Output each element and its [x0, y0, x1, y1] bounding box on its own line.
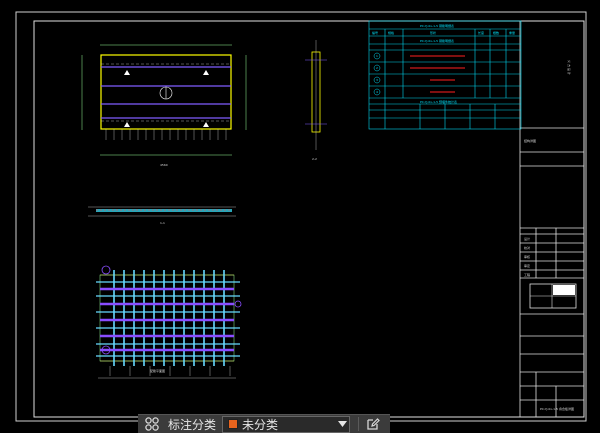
bottom-right-text: PC-YJ-0x-1-5 叠合板详图 [540, 406, 574, 411]
section-label: 2-2 [312, 157, 317, 161]
category-value: 未分类 [242, 417, 279, 432]
table-footer: PC-YJ-0x-1-5 预埋件统计表 [420, 99, 457, 104]
slab-plan-view: 4560 [81, 44, 247, 167]
key-plan-thumbnail [529, 283, 577, 309]
rebar-schedule-table [368, 20, 522, 130]
title-row-1: 设计 [524, 236, 530, 241]
col-header-5: 根数 [493, 30, 499, 35]
col-header-3: 形状 [430, 30, 436, 35]
col-header-4: 长度 [478, 30, 484, 35]
cad-drawing-canvas[interactable]: 义 方 设 计 结构详图 设计 校对 审核 审定 工程 PC-YJ-0x-1-5… [0, 0, 600, 433]
table-header: PC-YJ-0x-1-5 钢筋明细表 [420, 23, 454, 28]
edit-icon[interactable] [359, 415, 387, 433]
row-4-id: 4 [376, 90, 378, 94]
chevron-down-icon [335, 421, 349, 427]
table-col-headers: 编号 规格 形状 长度 根数 重量 [372, 30, 515, 35]
grid-icon[interactable] [138, 415, 166, 433]
slab-elevation-view: 1-1 [88, 206, 236, 225]
row-2-id: 2 [376, 66, 378, 70]
annotation-category-label: 标注分类 [168, 417, 217, 432]
reinforcement-plan-view: 配筋平面图 [96, 265, 242, 379]
title-row-3: 审核 [524, 254, 530, 259]
title-row-2: 校对 [524, 245, 530, 250]
row-3-id: 3 [376, 78, 378, 82]
sheet-label: 结构详图 [524, 138, 536, 143]
category-dropdown[interactable]: 未分类 [222, 415, 351, 433]
title-block [519, 21, 584, 417]
plan-overall-dim: 4560 [160, 163, 168, 167]
slab-side-section: 2-2 [305, 40, 327, 161]
category-color-swatch [228, 419, 239, 429]
sheet-inner-border [33, 20, 585, 418]
annotation-toolbar: 标注分类 未分类 [138, 414, 390, 433]
title-block-vertical-text: 义 方 设 计 [567, 60, 572, 75]
elevation-label: 1-1 [160, 221, 165, 225]
row-1-id: 1 [376, 54, 378, 58]
table-subheader: PC-YJ-0x-1-5 钢筋明细表 [420, 38, 454, 43]
col-header-2: 规格 [388, 30, 394, 35]
col-header-1: 编号 [372, 30, 378, 35]
title-row-4: 审定 [524, 263, 530, 268]
col-header-6: 重量 [509, 30, 515, 35]
plan-caption: 配筋平面图 [150, 368, 165, 373]
title-row-5: 工程 [524, 272, 530, 277]
